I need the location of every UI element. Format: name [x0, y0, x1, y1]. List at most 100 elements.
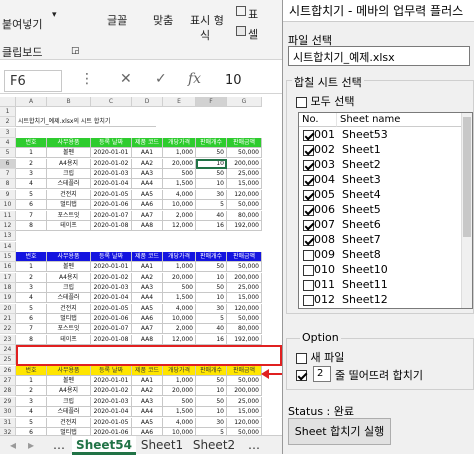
table-cell[interactable]: 50: [196, 396, 227, 407]
name-box[interactable]: F6: [4, 70, 62, 92]
table-cell[interactable]: 50,000: [227, 200, 262, 211]
table-cell[interactable]: 1,500: [163, 407, 196, 418]
column-header[interactable]: E: [163, 97, 196, 107]
corner-cell[interactable]: [0, 97, 16, 107]
table-cell[interactable]: AA2: [132, 386, 163, 397]
table-cell[interactable]: 2020-01-05: [91, 417, 132, 428]
table-cell[interactable]: 테이프: [47, 334, 91, 345]
table-cell[interactable]: 4: [16, 407, 47, 418]
sheet-list-item[interactable]: 006 Sheet5: [299, 203, 472, 217]
row-header[interactable]: 22: [0, 324, 16, 335]
table-cell[interactable]: 스테플러: [47, 293, 91, 304]
table-cell[interactable]: 25,000: [227, 396, 262, 407]
table-cell[interactable]: 포스트잇: [47, 210, 91, 221]
table-cell[interactable]: 5: [16, 417, 47, 428]
table-cell[interactable]: 볼펜: [47, 262, 91, 273]
table-cell[interactable]: AA1: [132, 376, 163, 387]
table-cell[interactable]: 500: [163, 396, 196, 407]
tab-sheet54[interactable]: Sheet54: [72, 436, 136, 455]
row-header[interactable]: 17: [0, 272, 16, 283]
table-cell[interactable]: 5: [16, 189, 47, 200]
column-header[interactable]: C: [91, 97, 132, 107]
expand-icon[interactable]: ◲: [71, 46, 80, 56]
table-cell[interactable]: 30: [196, 189, 227, 200]
row-header[interactable]: 3: [0, 127, 16, 138]
table-cell[interactable]: 40: [196, 324, 227, 335]
row-header[interactable]: 29: [0, 396, 16, 407]
table-cell[interactable]: 2: [16, 386, 47, 397]
cell-style-label[interactable]: 셀: [248, 26, 258, 42]
table-cell[interactable]: 120,000: [227, 189, 262, 200]
number-format-label-2[interactable]: 식: [200, 27, 210, 43]
table-cell[interactable]: 2,000: [163, 324, 196, 335]
table-cell[interactable]: AA8: [132, 220, 163, 231]
table-cell[interactable]: 2020-01-06: [91, 314, 132, 324]
table-cell[interactable]: 10: [196, 272, 227, 283]
table-cell[interactable]: 사무용품: [47, 138, 91, 149]
table-cell[interactable]: 6: [16, 427, 47, 435]
checkbox-icon[interactable]: [303, 294, 314, 306]
table-cell[interactable]: 4,000: [163, 303, 196, 314]
row-header[interactable]: 16: [0, 262, 16, 273]
new-file-checkbox[interactable]: 새 파일: [296, 349, 344, 365]
table-cell[interactable]: 10: [196, 407, 227, 418]
more-tabs-icon[interactable]: …: [244, 436, 264, 455]
table-cell[interactable]: 개당가격: [163, 251, 196, 262]
table-cell[interactable]: 192,000: [227, 220, 262, 231]
table-cell[interactable]: AA5: [132, 303, 163, 314]
table-cell[interactable]: 2020-01-03: [91, 169, 132, 180]
sheet-list-item[interactable]: 005 Sheet4: [299, 188, 472, 202]
row-header[interactable]: 12: [0, 220, 16, 231]
table-cell[interactable]: AA6: [132, 314, 163, 324]
table-cell[interactable]: 2020-01-04: [91, 407, 132, 418]
table-cell[interactable]: 3: [16, 282, 47, 293]
table-cell[interactable]: 건전지: [47, 303, 91, 314]
gap-rows-input[interactable]: 2: [313, 366, 331, 382]
table-cell[interactable]: 2020-01-02: [91, 272, 132, 283]
table-cell[interactable]: 스테플러: [47, 179, 91, 190]
table-cell[interactable]: 2020-01-03: [91, 396, 132, 407]
checkbox-icon[interactable]: [296, 96, 307, 108]
column-header[interactable]: F: [196, 97, 227, 107]
table-cell[interactable]: 번호: [16, 365, 47, 376]
font-group-label[interactable]: 글꼴: [107, 12, 127, 28]
table-cell[interactable]: 멀티탭: [47, 314, 91, 324]
table-cell[interactable]: 등록 날짜: [91, 251, 132, 262]
table-cell[interactable]: 120,000: [227, 303, 262, 314]
table-cell[interactable]: 7: [16, 324, 47, 335]
table-cell[interactable]: 사무용품: [47, 251, 91, 262]
table-cell[interactable]: 2,000: [163, 210, 196, 221]
scroll-right-icon[interactable]: ▸: [22, 436, 40, 455]
table-cell[interactable]: 10: [196, 293, 227, 304]
table-cell[interactable]: AA1: [132, 262, 163, 273]
table-cell[interactable]: 크립: [47, 282, 91, 293]
table-cell[interactable]: 건전지: [47, 417, 91, 428]
row-header[interactable]: 25: [0, 355, 16, 366]
table-cell[interactable]: 개당가격: [163, 138, 196, 149]
table-cell[interactable]: 포스트잇: [47, 324, 91, 335]
table-cell[interactable]: 4: [16, 293, 47, 304]
row-header[interactable]: 6: [0, 158, 16, 169]
table-cell[interactable]: 120,000: [227, 417, 262, 428]
checkbox-checked-icon[interactable]: [303, 174, 314, 186]
table-cell[interactable]: 판매금액: [227, 138, 262, 149]
table-cell[interactable]: 2020-01-01: [91, 148, 132, 159]
row-header[interactable]: 21: [0, 314, 16, 324]
table-cell[interactable]: 50: [196, 282, 227, 293]
table-cell[interactable]: 1: [16, 148, 47, 159]
table-cell[interactable]: 2020-01-05: [91, 303, 132, 314]
checkbox-icon[interactable]: [303, 264, 314, 276]
table-cell[interactable]: 50,000: [227, 148, 262, 159]
table-cell[interactable]: 제품 코드: [132, 365, 163, 376]
table-cell[interactable]: AA3: [132, 169, 163, 180]
table-cell[interactable]: 1,000: [163, 148, 196, 159]
row-header[interactable]: 20: [0, 303, 16, 314]
row-header[interactable]: 19: [0, 293, 16, 304]
table-cell[interactable]: 200,000: [227, 158, 262, 169]
table-cell[interactable]: 등록 날짜: [91, 365, 132, 376]
row-header[interactable]: 10: [0, 200, 16, 211]
table-cell[interactable]: 볼펜: [47, 376, 91, 387]
table-cell[interactable]: 80,000: [227, 210, 262, 221]
sheet-list-item[interactable]: 002 Sheet1: [299, 143, 472, 157]
sheet-list-item[interactable]: 001 Sheet53: [299, 128, 472, 142]
